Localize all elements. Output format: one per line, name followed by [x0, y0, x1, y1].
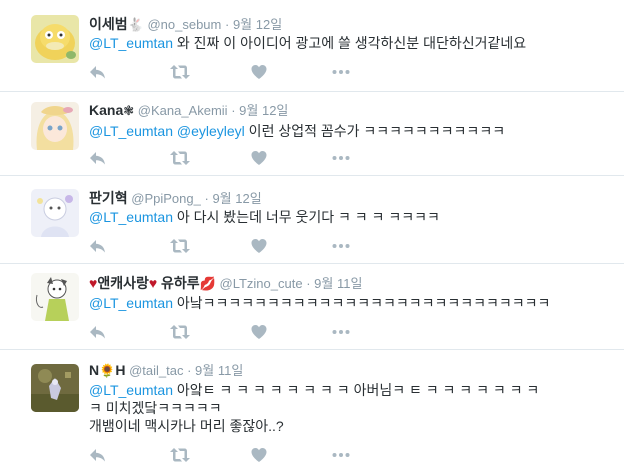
- timestamp[interactable]: 9월 11일: [314, 276, 362, 291]
- tweet-body: 아앜ㅌ ㅋ ㅋ ㅋ ㅋ ㅋ ㅋ ㅋ ㅋ 아버님ㅋ ㅌ ㅋ ㅋ ㅋ ㅋ ㅋ ㅋ ㅋ: [173, 382, 540, 398]
- more-icon[interactable]: [332, 64, 350, 80]
- mention-link[interactable]: @LT_eumtan: [89, 295, 173, 311]
- heart-icon[interactable]: [251, 447, 267, 463]
- mention-link[interactable]: @LT_eumtan: [89, 382, 173, 398]
- tweet-text: @LT_eumtan 아앜ㅌ ㅋ ㅋ ㅋ ㅋ ㅋ ㅋ ㅋ ㅋ 아버님ㅋ ㅌ ㅋ …: [89, 381, 609, 435]
- display-name[interactable]: 판기혁: [89, 190, 128, 206]
- tweet-line: ㅋ 미치겠닼ㅋㅋㅋㅋㅋ: [89, 400, 222, 416]
- tweet-text: @LT_eumtan 아낰ㅋㅋㅋㅋㅋㅋㅋㅋㅋㅋㅋㅋㅋㅋㅋㅋㅋㅋㅋㅋㅋㅋㅋㅋㅋㅋㅋ: [89, 294, 609, 312]
- display-name[interactable]: N: [89, 362, 99, 378]
- mention-link[interactable]: @LT_eumtan: [89, 123, 173, 139]
- retweet-icon[interactable]: [170, 324, 190, 340]
- reply-icon[interactable]: [89, 150, 106, 166]
- tweet-body: 이런 상업적 꼼수가 ㅋㅋㅋㅋㅋㅋㅋㅋㅋㅋㅋ: [244, 123, 506, 139]
- reply-icon[interactable]: [89, 447, 106, 463]
- tweet-line: @LT_eumtan 아앜ㅌ ㅋ ㅋ ㅋ ㅋ ㅋ ㅋ ㅋ ㅋ 아버님ㅋ ㅌ ㅋ …: [89, 381, 609, 399]
- avatar[interactable]: [31, 273, 79, 321]
- tweet-body: 아 다시 봤는데 너무 웃기다 ㅋ ㅋ ㅋ ㅋㅋㅋㅋ: [173, 209, 440, 225]
- username[interactable]: @no_sebum: [147, 17, 221, 32]
- display-name-part[interactable]: 유하루: [157, 275, 200, 291]
- separator: ·: [187, 363, 192, 378]
- separator: ·: [231, 103, 236, 118]
- tweet[interactable]: N🌻H @tail_tac · 9월 11일 @LT_eumtan 아앜ㅌ ㅋ …: [0, 350, 624, 464]
- heart-icon[interactable]: [251, 64, 267, 80]
- mention-link[interactable]: @LT_eumtan: [89, 35, 173, 51]
- more-icon[interactable]: [332, 324, 350, 340]
- reply-icon[interactable]: [89, 238, 106, 254]
- avatar[interactable]: [31, 15, 79, 63]
- retweet-icon[interactable]: [170, 238, 190, 254]
- separator: ·: [204, 191, 209, 206]
- heart-icon[interactable]: [251, 238, 267, 254]
- tweet-header: 판기혁 @PpiPong_ · 9월 12일: [89, 189, 262, 207]
- tweet-header: ♥앤캐사랑♥ 유하루💋 @LTzino_cute · 9월 11일: [89, 274, 362, 292]
- reply-icon[interactable]: [89, 324, 106, 340]
- tweet-body: 아낰ㅋㅋㅋㅋㅋㅋㅋㅋㅋㅋㅋㅋㅋㅋㅋㅋㅋㅋㅋㅋㅋㅋㅋㅋㅋㅋㅋ: [173, 295, 551, 311]
- mention-link[interactable]: @LT_eumtan: [89, 209, 173, 225]
- heart-icon: ♥: [148, 275, 158, 291]
- tweet[interactable]: Kana❃ @Kana_Akemii · 9월 12일 @LT_eumtan @…: [0, 92, 624, 176]
- tweet-text: @LT_eumtan 아 다시 봤는데 너무 웃기다 ㅋ ㅋ ㅋ ㅋㅋㅋㅋ: [89, 208, 609, 226]
- snowflake-emoji-icon: ❃: [123, 104, 135, 119]
- mention-link[interactable]: @eyleyleyl: [177, 123, 245, 139]
- username[interactable]: @LTzino_cute: [220, 276, 303, 291]
- avatar[interactable]: [31, 364, 79, 412]
- avatar[interactable]: [31, 102, 79, 150]
- separator: ·: [224, 17, 230, 32]
- kiss-lips-icon: 💋: [199, 277, 216, 292]
- tweet[interactable]: 판기혁 @PpiPong_ · 9월 12일 @LT_eumtan 아 다시 봤…: [0, 176, 624, 264]
- tweet-line: 개뱀이네 맥시카나 머리 좋잖아..?: [89, 418, 284, 434]
- heart-icon[interactable]: [251, 150, 267, 166]
- timestamp[interactable]: 9월 12일: [233, 17, 282, 32]
- username[interactable]: @PpiPong_: [131, 191, 201, 206]
- retweet-icon[interactable]: [170, 150, 190, 166]
- timestamp[interactable]: 9월 12일: [239, 103, 288, 118]
- tweet-header: 이세범🐇 @no_sebum · 9월 12일: [89, 15, 282, 33]
- avatar[interactable]: [31, 189, 79, 237]
- more-icon[interactable]: [332, 238, 350, 254]
- timestamp[interactable]: 9월 11일: [195, 363, 243, 378]
- retweet-icon[interactable]: [170, 64, 190, 80]
- tweet-header: N🌻H @tail_tac · 9월 11일: [89, 361, 243, 379]
- username[interactable]: @tail_tac: [129, 363, 183, 378]
- more-icon[interactable]: [332, 447, 350, 463]
- retweet-icon[interactable]: [170, 447, 190, 463]
- display-name[interactable]: 앤캐사랑: [97, 275, 149, 291]
- tweet[interactable]: ♥앤캐사랑♥ 유하루💋 @LTzino_cute · 9월 11일 @LT_eu…: [0, 264, 624, 350]
- tweet-text: @LT_eumtan @eyleyleyl 이런 상업적 꼼수가 ㅋㅋㅋㅋㅋㅋㅋ…: [89, 122, 609, 140]
- separator: ·: [306, 276, 311, 291]
- tweet-text: @LT_eumtan 와 진짜 이 아이디어 광고에 쓸 생각하신분 대단하신거…: [89, 34, 609, 52]
- sunflower-icon: 🌻: [99, 364, 116, 379]
- display-name[interactable]: Kana: [89, 102, 123, 118]
- tweet-header: Kana❃ @Kana_Akemii · 9월 12일: [89, 101, 288, 119]
- more-icon[interactable]: [332, 150, 350, 166]
- tweet-body: 와 진짜 이 아이디어 광고에 쓸 생각하신분 대단하신거같네요: [173, 35, 527, 51]
- display-name[interactable]: 이세범: [89, 16, 128, 32]
- tweet[interactable]: 이세범🐇 @no_sebum · 9월 12일 @LT_eumtan 와 진짜 …: [0, 0, 624, 92]
- reply-icon[interactable]: [89, 64, 106, 80]
- display-name-part[interactable]: H: [115, 362, 125, 378]
- username[interactable]: @Kana_Akemii: [138, 103, 228, 118]
- heart-icon[interactable]: [251, 324, 267, 340]
- timestamp[interactable]: 9월 12일: [212, 191, 261, 206]
- rabbit-emoji-icon: 🐇: [127, 18, 144, 33]
